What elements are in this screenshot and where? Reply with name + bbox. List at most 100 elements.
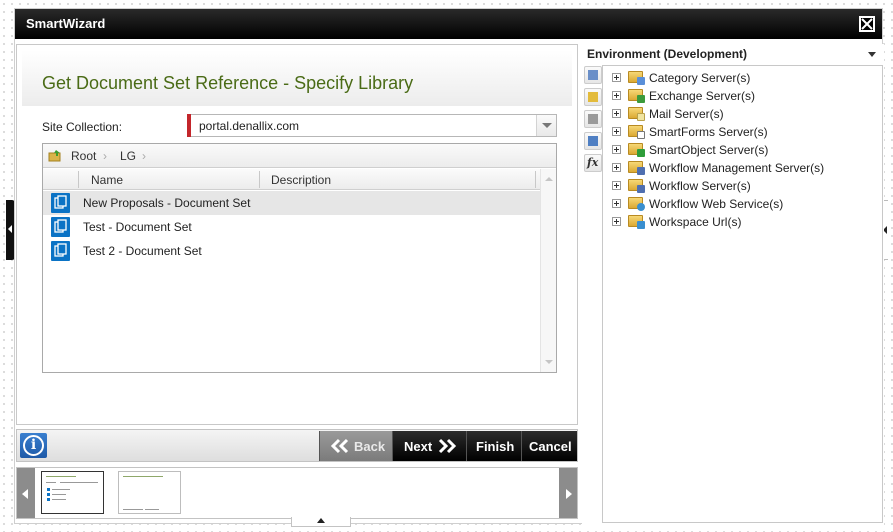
expand-icon[interactable]	[612, 127, 621, 136]
thumbnail-page-1[interactable]	[41, 471, 104, 514]
tree-item-label: Workflow Management Server(s)	[649, 161, 825, 175]
expand-icon[interactable]	[612, 91, 621, 100]
environment-tree: Category Server(s) Exchange Server(s) Ma…	[602, 65, 883, 523]
expand-icon[interactable]	[612, 109, 621, 118]
thumbnail-line	[52, 499, 66, 500]
tree-item-label: Workflow Server(s)	[649, 179, 751, 193]
next-button[interactable]: Next	[392, 431, 466, 461]
wizard-panel: Get Document Set Reference - Specify Lib…	[16, 44, 578, 425]
thumbnail-line	[52, 494, 66, 495]
row-name: Test 2 - Document Set	[83, 244, 202, 258]
thumbnail-dot	[47, 498, 50, 501]
workflow-badge-icon	[637, 185, 645, 193]
scroll-down-icon[interactable]	[545, 360, 553, 364]
info-button[interactable]: i	[20, 433, 47, 458]
expand-icon[interactable]	[612, 73, 621, 82]
chevron-down-icon[interactable]	[868, 52, 876, 57]
view-forms-button[interactable]	[584, 132, 602, 150]
table-row[interactable]: Test - Document Set	[43, 215, 540, 239]
expand-icon[interactable]	[612, 163, 621, 172]
thumbnail-line	[60, 482, 98, 483]
workflow-badge-icon	[637, 167, 645, 175]
back-button[interactable]: Back	[319, 431, 392, 461]
expand-icon[interactable]	[612, 217, 621, 226]
expand-icon[interactable]	[612, 181, 621, 190]
back-label: Back	[354, 439, 386, 454]
tree-item-mail-server[interactable]: Mail Server(s)	[603, 105, 883, 123]
smartwizard-window: SmartWizard Get Document Set Reference -…	[14, 8, 884, 527]
functions-button[interactable]: fx	[584, 154, 602, 172]
table-row[interactable]: New Proposals - Document Set	[43, 191, 540, 215]
thumbnail-toggle[interactable]	[291, 517, 351, 527]
servers-icon	[588, 70, 598, 80]
thumbnail-prev-button[interactable]	[17, 468, 35, 518]
column-description[interactable]: Description	[271, 173, 331, 187]
tree-item-workflow-server[interactable]: Workflow Server(s)	[603, 177, 883, 195]
vertical-scrollbar[interactable]	[540, 169, 556, 372]
thumbnail-line	[145, 509, 159, 510]
close-icon[interactable]	[859, 16, 875, 32]
column-divider	[259, 171, 260, 188]
environment-header[interactable]: Environment (Development)	[582, 44, 884, 64]
finish-button[interactable]: Finish	[466, 431, 521, 461]
thumbnail-next-button[interactable]	[559, 468, 577, 518]
cancel-button[interactable]: Cancel	[521, 431, 577, 461]
scroll-up-icon[interactable]	[545, 177, 553, 181]
page-title: Get Document Set Reference - Specify Lib…	[42, 73, 414, 93]
double-chevron-left-icon	[330, 438, 349, 454]
tree-item-workflow-management-server[interactable]: Workflow Management Server(s)	[603, 159, 883, 177]
site-collection-select[interactable]: portal.denallix.com	[187, 114, 557, 137]
thumbnail-dot	[47, 488, 50, 491]
tree-item-label: SmartForms Server(s)	[649, 125, 768, 139]
environment-panel: Environment (Development) fx Category Se…	[582, 44, 884, 525]
thumbnail-dot	[47, 493, 50, 496]
server-badge-icon	[637, 95, 645, 103]
info-icon: i	[23, 435, 44, 456]
chevron-down-icon[interactable]	[536, 115, 556, 136]
expand-icon[interactable]	[612, 145, 621, 154]
form-badge-icon	[637, 131, 645, 139]
tree-item-category-server[interactable]: Category Server(s)	[603, 69, 883, 87]
view-servers-button[interactable]	[584, 66, 602, 84]
site-collection-label: Site Collection:	[42, 120, 123, 134]
column-divider	[535, 171, 536, 188]
library-browser: Root › LG › Name Description New Proposa…	[42, 143, 557, 373]
row-name: New Proposals - Document Set	[83, 196, 251, 210]
globe-badge-icon	[637, 203, 645, 211]
wizard-header: Get Document Set Reference - Specify Lib…	[22, 50, 572, 106]
document-set-icon	[51, 241, 70, 261]
thumbnail-page-2[interactable]	[118, 471, 181, 514]
server-badge-icon	[637, 77, 645, 85]
environment-toolbar: fx	[584, 66, 602, 176]
column-header: Name Description	[43, 169, 540, 190]
tree-item-smartobject-server[interactable]: SmartObject Server(s)	[603, 141, 883, 159]
thumbnail-line	[46, 476, 76, 477]
button-bar: i Back Next Finish Cancel	[16, 429, 578, 462]
tree-item-workspace-url[interactable]: Workspace Url(s)	[603, 213, 883, 231]
tree-item-smartforms-server[interactable]: SmartForms Server(s)	[603, 123, 883, 141]
thumbnail-line	[46, 482, 56, 483]
category-icon	[588, 92, 598, 102]
tree-item-exchange-server[interactable]: Exchange Server(s)	[603, 87, 883, 105]
row-name: Test - Document Set	[83, 220, 192, 234]
view-objects-button[interactable]	[584, 110, 602, 128]
document-set-icon	[51, 193, 70, 213]
column-name[interactable]: Name	[91, 173, 123, 187]
thumbnail-line	[123, 509, 143, 510]
document-set-icon	[51, 217, 70, 237]
table-row[interactable]: Test 2 - Document Set	[43, 239, 540, 263]
required-marker	[187, 114, 191, 137]
finish-label: Finish	[476, 439, 515, 454]
thumbnail-line	[52, 489, 70, 490]
view-categories-button[interactable]	[584, 88, 602, 106]
tree-item-workflow-web-service[interactable]: Workflow Web Service(s)	[603, 195, 883, 213]
tree-item-label: Category Server(s)	[649, 71, 751, 85]
page-thumbnails	[16, 467, 578, 519]
expand-icon[interactable]	[612, 199, 621, 208]
objects-icon	[588, 114, 598, 124]
breadcrumb-lg[interactable]: LG	[120, 149, 136, 163]
cancel-label: Cancel	[529, 439, 572, 454]
envelope-badge-icon	[637, 113, 645, 121]
breadcrumb-root[interactable]: Root	[71, 149, 96, 163]
folder-up-icon[interactable]	[48, 149, 62, 162]
